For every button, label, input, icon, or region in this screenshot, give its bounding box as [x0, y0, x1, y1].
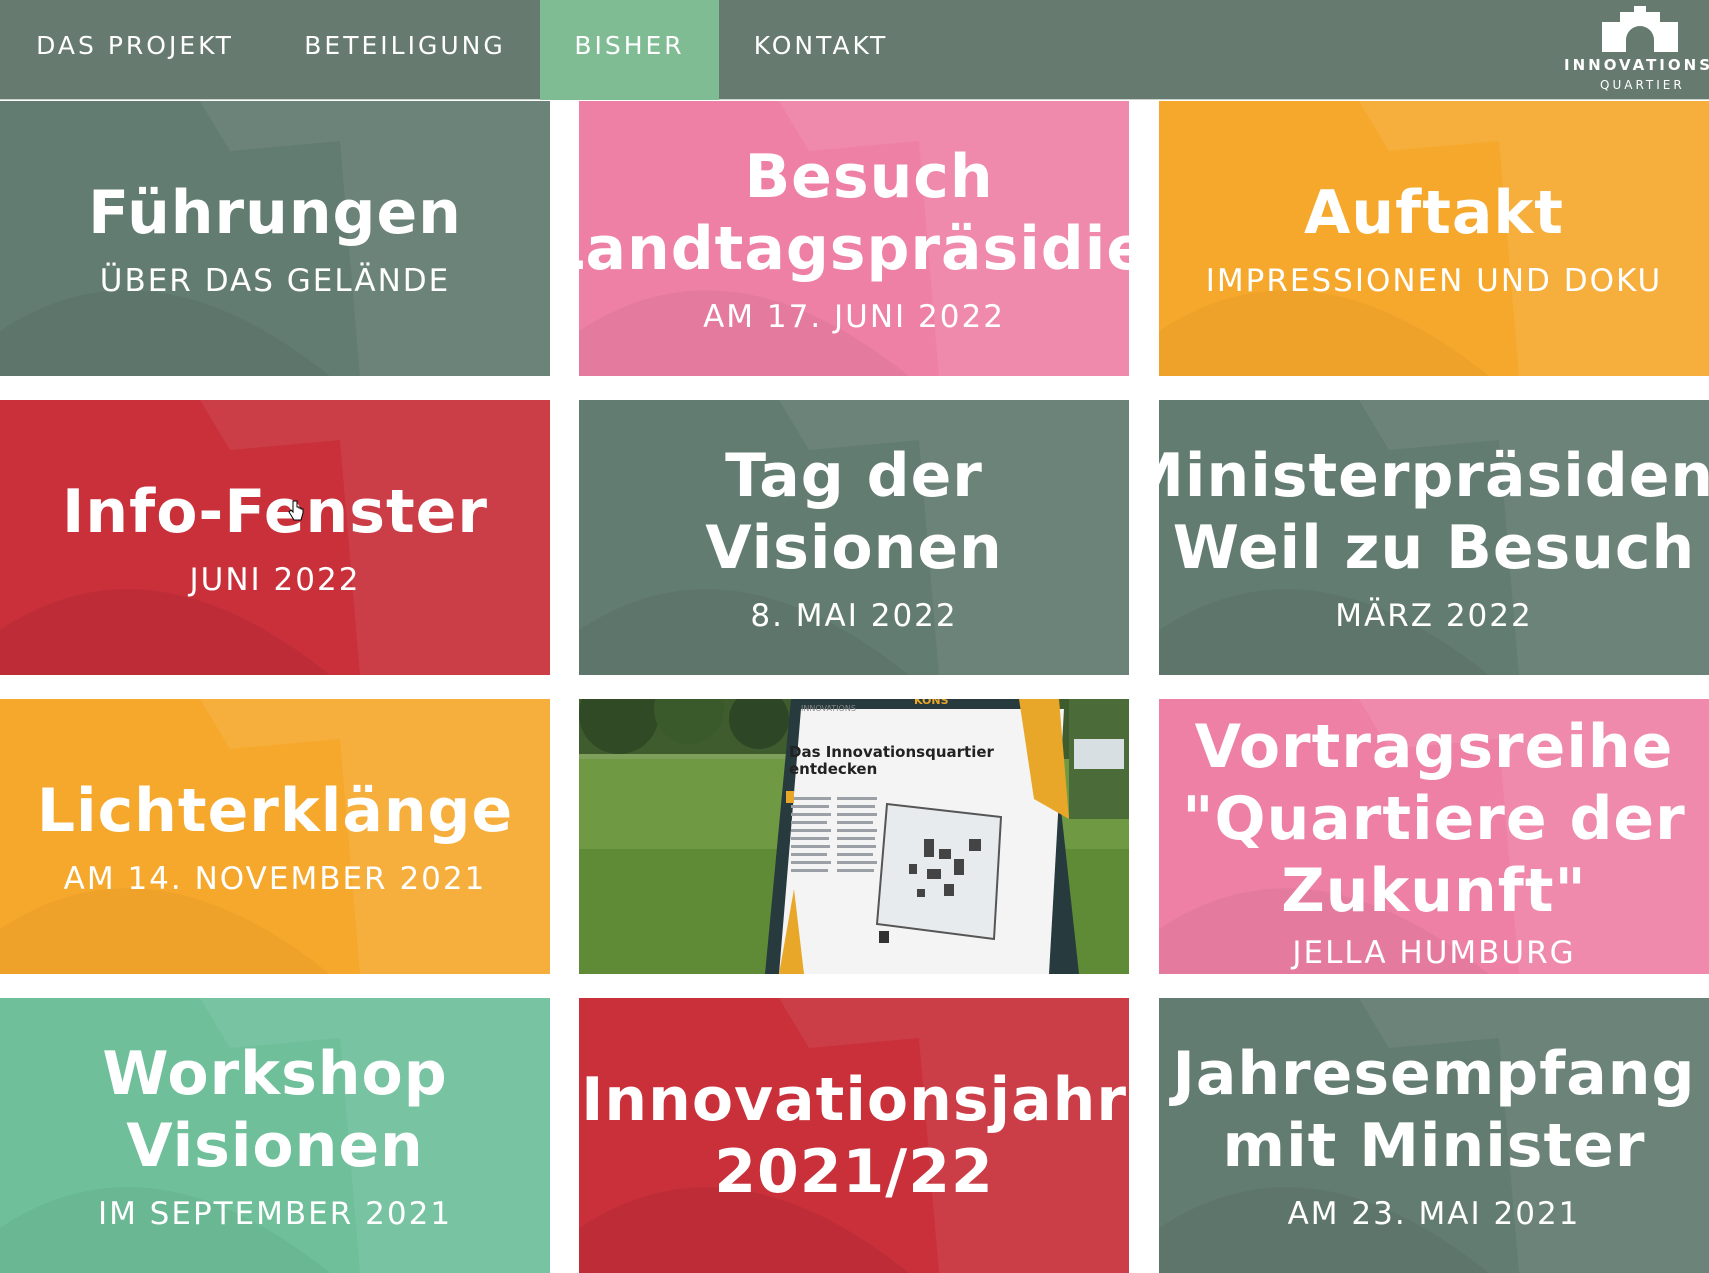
sign-top-label: INNOVATIONS: [801, 704, 856, 713]
tile-subtitle: AM 14. NOVEMBER 2021: [63, 860, 487, 897]
hand-pointer-cursor-icon: [288, 500, 304, 521]
tile-title: Besuch Landtagspräsidien: [579, 141, 1129, 284]
tile-workshop-visionen[interactable]: Workshop Visionen IM SEPTEMBER 2021: [0, 998, 550, 1273]
tile-subtitle: 8. MAI 2022: [750, 597, 958, 634]
nav-item-beteiligung[interactable]: BETEILIGUNG: [270, 0, 540, 100]
tile-subtitle: AM 17. JUNI 2022: [703, 298, 1005, 335]
tile-innovationsjahr[interactable]: Innovationsjahr 2021/22: [579, 998, 1129, 1273]
logo-title: INNOVATIONS: [1564, 56, 1709, 74]
tile-jahresempfang[interactable]: Jahresempfang mit Minister AM 23. MAI 20…: [1159, 998, 1709, 1273]
tile-subtitle: IMPRESSIONEN UND DOKU: [1205, 262, 1663, 299]
nav-item-bisher[interactable]: BISHER: [540, 0, 719, 100]
tile-subtitle: MÄRZ 2022: [1335, 597, 1533, 634]
tile-subtitle: JUNI 2022: [189, 561, 361, 598]
tile-fuehrungen[interactable]: Führungen ÜBER DAS GELÄNDE: [0, 101, 550, 376]
tile-subtitle: IM SEPTEMBER 2021: [97, 1195, 453, 1232]
tile-title: Führungen: [88, 177, 462, 248]
tile-title: Lichterklänge: [36, 775, 514, 846]
tile-vortragsreihe[interactable]: Vortragsreihe "Quartiere der Zukunft" JE…: [1159, 699, 1709, 974]
tile-title: Auftakt: [1303, 177, 1564, 248]
tile-title: Info-Fenster: [62, 476, 488, 547]
tile-subtitle: JELLA HUMBURG: [1292, 934, 1576, 971]
tile-subtitle: ÜBER DAS GELÄNDE: [99, 262, 451, 299]
info-board-photo: Das Innovationsquartier entdecken INNOVAT…: [579, 699, 1129, 974]
tile-ministerpraesident-weil[interactable]: Ministerpräsident Weil zu Besuch MÄRZ 20…: [1159, 400, 1709, 675]
tile-title: Workshop Visionen: [102, 1038, 448, 1181]
tile-title: Vortragsreihe "Quartiere der Zukunft": [1182, 711, 1686, 926]
nav-item-kontakt[interactable]: KONTAKT: [719, 0, 923, 100]
tile-title: Jahresempfang mit Minister: [1172, 1038, 1696, 1181]
tile-subtitle: AM 23. MAI 2021: [1287, 1195, 1581, 1232]
tile-auftakt[interactable]: Auftakt IMPRESSIONEN UND DOKU: [1159, 101, 1709, 376]
tile-title: Tag der Visionen: [705, 440, 1003, 583]
tile-besuch-landtagspraesidien[interactable]: Besuch Landtagspräsidien AM 17. JUNI 202…: [579, 101, 1129, 376]
building-logo-icon: [1602, 6, 1678, 52]
tile-lichterklaenge[interactable]: Lichterklänge AM 14. NOVEMBER 2021: [0, 699, 550, 974]
site-logo[interactable]: INNOVATIONS QUARTIER: [1560, 6, 1709, 94]
tile-title: Innovationsjahr 2021/22: [581, 1064, 1127, 1207]
sign-top-right-label: KONS: [914, 699, 949, 707]
tile-photo-info-board[interactable]: Das Innovationsquartier entdecken INNOVAT…: [579, 699, 1129, 974]
tile-info-fenster[interactable]: Info-Fenster JUNI 2022: [0, 400, 550, 675]
nav-item-das-projekt[interactable]: DAS PROJEKT: [0, 0, 270, 100]
tile-tag-der-visionen[interactable]: Tag der Visionen 8. MAI 2022: [579, 400, 1129, 675]
top-navigation: DAS PROJEKT BETEILIGUNG BISHER KONTAKT I…: [0, 0, 1709, 100]
logo-subtitle: QUARTIER: [1600, 78, 1685, 92]
tile-title: Ministerpräsident Weil zu Besuch: [1159, 440, 1709, 583]
